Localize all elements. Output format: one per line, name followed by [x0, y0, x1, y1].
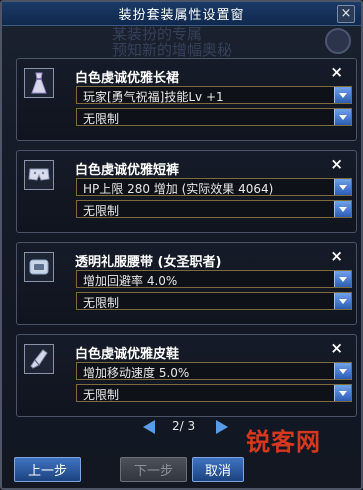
dropdown-value: 无限制 — [83, 204, 120, 218]
cancel-button[interactable]: 取消 — [192, 457, 244, 482]
chevron-down-icon[interactable] — [334, 109, 351, 125]
remove-item-icon[interactable]: × — [330, 155, 343, 173]
chevron-down-icon[interactable] — [334, 87, 351, 103]
option-dropdown-2[interactable]: 无限制 — [76, 384, 352, 402]
option-dropdown-1[interactable]: HP上限 280 增加 (实际效果 4064) — [76, 178, 352, 196]
remove-item-icon[interactable]: × — [330, 63, 343, 81]
item-panel-3: 透明礼服腰带 (女圣职者) × 增加回避率 4.0% 无限制 — [16, 242, 357, 325]
item-panel-4: 白色虔诚优雅皮鞋 × 增加移动速度 5.0% 无限制 — [16, 334, 357, 417]
option-dropdown-1[interactable]: 增加移动速度 5.0% — [76, 362, 352, 380]
next-page-icon[interactable] — [216, 420, 228, 434]
option-dropdown-2[interactable]: 无限制 — [76, 292, 352, 310]
item-panel-1: 白色虔诚优雅长裙 × 玩家[勇气祝福]技能Lv +1 无限制 — [16, 58, 357, 141]
shorts-icon — [24, 160, 54, 190]
next-step-button[interactable]: 下一步 — [120, 457, 187, 482]
dropdown-value: 增加移动速度 5.0% — [83, 366, 190, 380]
remove-item-icon[interactable]: × — [330, 247, 343, 265]
belt-icon — [24, 252, 54, 282]
dropdown-value: 增加回避率 4.0% — [83, 274, 178, 288]
watermark-logo: 锐客网 — [246, 428, 321, 456]
dropdown-value: HP上限 280 增加 (实际效果 4064) — [83, 182, 274, 196]
item-name: 透明礼服腰带 (女圣职者) — [75, 255, 222, 270]
prev-step-button[interactable]: 上一步 — [14, 457, 81, 482]
window-close-icon[interactable]: × — [337, 5, 355, 23]
remove-item-icon[interactable]: × — [330, 339, 343, 357]
dress-icon — [24, 68, 54, 98]
emblem-icon — [325, 28, 351, 54]
costume-set-window: 装扮套装属性设置窗 × 某装扮的专属 预知新的增幅奥秘 白色虔诚优雅长裙 × 玩… — [0, 0, 363, 490]
item-name: 白色虔诚优雅长裙 — [75, 71, 180, 86]
option-dropdown-2[interactable]: 无限制 — [76, 200, 352, 218]
dropdown-value: 无限制 — [83, 296, 120, 310]
page-indicator: 2/ 3 — [172, 419, 196, 433]
item-panel-2: 白色虔诚优雅短裤 × HP上限 280 增加 (实际效果 4064) 无限制 — [16, 150, 357, 233]
item-name: 白色虔诚优雅皮鞋 — [75, 347, 180, 362]
chevron-down-icon[interactable] — [334, 201, 351, 217]
title-bar[interactable]: 装扮套装属性设置窗 × — [2, 2, 361, 26]
dropdown-value: 无限制 — [83, 388, 120, 402]
chevron-down-icon[interactable] — [334, 363, 351, 379]
option-dropdown-1[interactable]: 增加回避率 4.0% — [76, 270, 352, 288]
option-dropdown-2[interactable]: 无限制 — [76, 108, 352, 126]
chevron-down-icon[interactable] — [334, 179, 351, 195]
dropdown-value: 玩家[勇气祝福]技能Lv +1 — [83, 90, 224, 104]
chevron-down-icon[interactable] — [334, 293, 351, 309]
shoe-icon — [24, 344, 54, 374]
item-name: 白色虔诚优雅短裤 — [75, 163, 180, 178]
dropdown-value: 无限制 — [83, 112, 120, 126]
chevron-down-icon[interactable] — [334, 271, 351, 287]
window-title: 装扮套装属性设置窗 — [118, 8, 245, 23]
chevron-down-icon[interactable] — [334, 385, 351, 401]
prev-page-icon[interactable] — [143, 420, 155, 434]
option-dropdown-1[interactable]: 玩家[勇气祝福]技能Lv +1 — [76, 86, 352, 104]
